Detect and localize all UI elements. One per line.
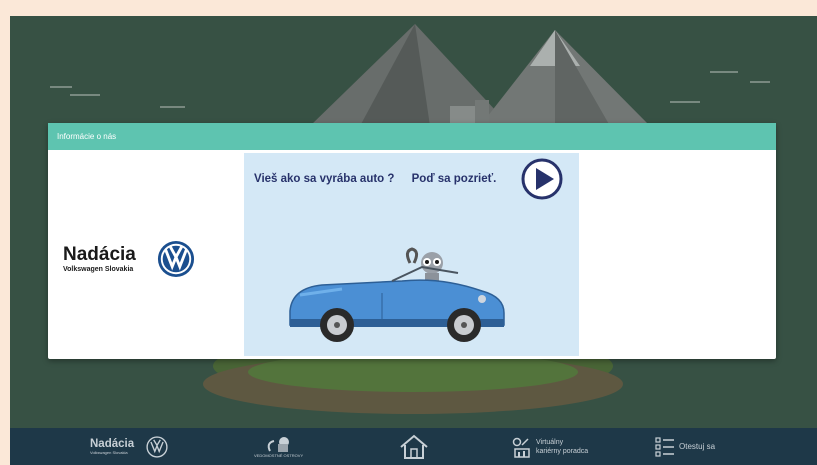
nav-advisor-line2: kariérny poradca (536, 447, 589, 455)
home-icon (400, 434, 428, 459)
bottom-navigation: Nadácia Volkswagen Slovakia VEDOMOSTNÉ O… (10, 428, 817, 465)
brand-name: Nadácia (63, 244, 136, 265)
brand-subtitle: Volkswagen Slovakia (63, 266, 134, 273)
car-illustration (289, 247, 505, 342)
video-title: Vieš ako sa vyrába auto ? Poď sa pozrieť… (254, 173, 510, 185)
nav-brand-subtitle: Volkswagen Slovakia (90, 450, 128, 455)
nav-advisor-line1: Virtuálny (536, 438, 564, 446)
modal-body: Nadácia Volkswagen Slovakia Vieš ako sa … (48, 150, 776, 359)
foundation-brand[interactable]: Nadácia Volkswagen Slovakia (63, 240, 195, 278)
play-icon[interactable] (521, 158, 563, 200)
video-question: Vieš ako sa vyrába auto ? (254, 173, 395, 185)
nav-test-yourself[interactable]: Otestuj sa (655, 428, 715, 465)
brand-text: Nadácia Volkswagen Slovakia (63, 244, 136, 274)
nav-vw-logo-icon (146, 435, 168, 458)
nav-brand-name: Nadácia (90, 438, 135, 450)
nav-advisor-text: Virtuálny kariérny poradca (536, 438, 588, 456)
modal-header: Informácie o nás (48, 123, 776, 150)
nav-foundation-brand[interactable]: Nadácia Volkswagen Slovakia (90, 428, 168, 465)
career-advisor-icon (512, 437, 530, 458)
nav-brand-text: Nadácia Volkswagen Slovakia (90, 438, 134, 455)
app-frame: Informácie o nás Nadácia Volkswagen Slov… (10, 16, 817, 465)
nav-islands-label: VEDOMOSTNÉ OSTROVY (254, 453, 304, 458)
nav-test-label: Otestuj sa (679, 442, 716, 451)
video-panel[interactable]: Vieš ako sa vyrába auto ? Poď sa pozrieť… (244, 153, 579, 356)
lemur-nav-icon (267, 437, 289, 452)
nav-home[interactable] (399, 428, 429, 465)
checklist-icon (655, 436, 674, 457)
nav-knowledge-islands[interactable]: VEDOMOSTNÉ OSTROVY (254, 428, 303, 465)
nav-career-advisor[interactable]: Virtuálny kariérny poradca (510, 428, 588, 465)
vw-logo-icon (157, 240, 194, 278)
video-cta: Poď sa pozrieť. (411, 173, 497, 185)
about-modal: Informácie o nás Nadácia Volkswagen Slov… (48, 123, 776, 359)
modal-title: Informácie o nás (57, 132, 117, 141)
